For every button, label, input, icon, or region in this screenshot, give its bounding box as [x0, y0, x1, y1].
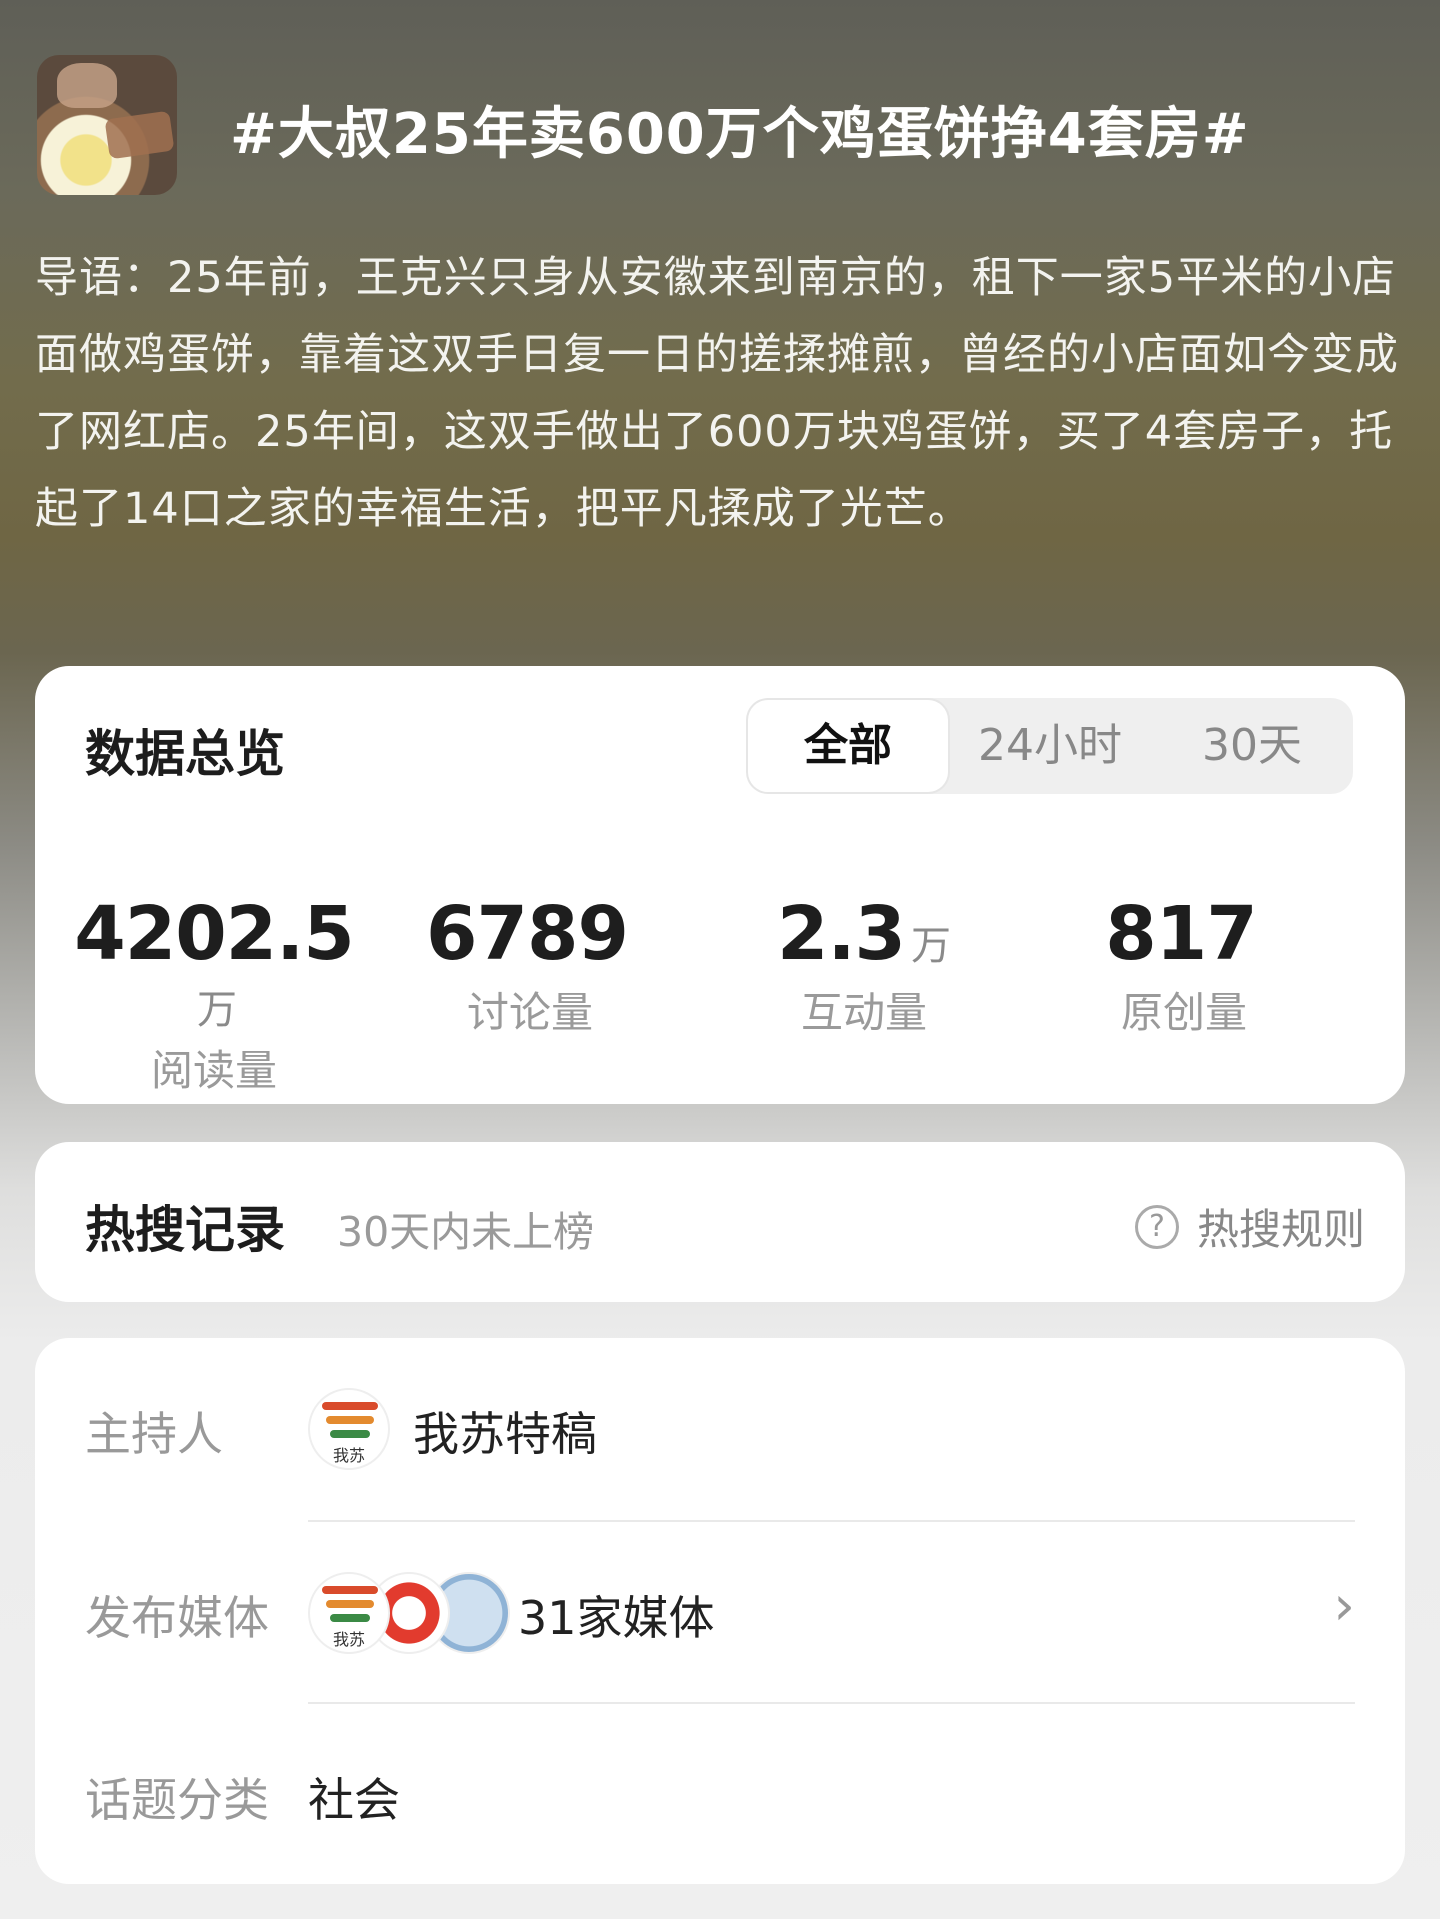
- hot-search-rules-label: 热搜规则: [1196, 1205, 1365, 1254]
- question-circle-icon: ?: [1134, 1204, 1179, 1249]
- host-avatar-text: 我苏: [332, 1446, 365, 1465]
- tab-30d[interactable]: 30天: [1152, 698, 1352, 794]
- hot-search-title: 热搜记录: [85, 1201, 285, 1259]
- stat-interactions-value: 2.3: [776, 891, 906, 977]
- stat-reads-value: 4202.5: [74, 891, 355, 977]
- category-label: 话题分类: [85, 1773, 269, 1827]
- media-label: 发布媒体: [85, 1591, 269, 1645]
- stat-discussions-value: 6789: [426, 891, 629, 977]
- stat-originals-label: 原创量: [1120, 988, 1247, 1037]
- media-count: 31家媒体: [518, 1591, 715, 1645]
- host-label: 主持人: [85, 1407, 223, 1461]
- hot-search-status: 30天内未上榜: [337, 1208, 595, 1256]
- stat-discussions: 6789 讨论量: [371, 891, 689, 1040]
- stat-reads: 4202.5 万 阅读量: [55, 891, 373, 1098]
- host-avatar: 我苏: [308, 1388, 390, 1470]
- stat-interactions-label: 互动量: [800, 988, 927, 1037]
- media-avatar-wosu: 我苏: [308, 1572, 390, 1654]
- topic-header: #大叔25年卖600万个鸡蛋饼挣4套房#: [37, 55, 1403, 195]
- overview-title: 数据总览: [85, 725, 285, 783]
- topic-thumbnail: [37, 55, 177, 195]
- category-value: 社会: [308, 1773, 400, 1827]
- hot-search-rules-link[interactable]: ? 热搜规则: [1134, 1196, 1365, 1257]
- media-avatar-text: 我苏: [332, 1630, 365, 1649]
- stat-discussions-label: 讨论量: [466, 988, 593, 1037]
- stat-reads-unit: 万: [197, 987, 237, 1033]
- hot-search-card: 热搜记录 30天内未上榜 ? 热搜规则: [35, 1142, 1405, 1302]
- category-row: 话题分类 社会: [35, 1704, 1405, 1886]
- host-name: 我苏特稿: [413, 1407, 597, 1461]
- topic-title: #大叔25年卖600万个鸡蛋饼挣4套房#: [230, 102, 1250, 167]
- stat-reads-label: 阅读量: [150, 1046, 277, 1095]
- tab-24h[interactable]: 24小时: [950, 698, 1150, 794]
- tab-all[interactable]: 全部: [748, 700, 948, 792]
- stat-originals-value: 817: [1105, 891, 1257, 977]
- stat-interactions: 2.3 万 互动量: [705, 891, 1023, 1040]
- stat-originals: 817 原创量: [1025, 891, 1343, 1040]
- stat-interactions-unit: 万: [911, 923, 952, 969]
- media-row[interactable]: 发布媒体 我苏 31家媒体 ›: [35, 1522, 1405, 1704]
- data-overview-card: 数据总览 全部 24小时 30天 4202.5 万 阅读量 6789 讨论量 2.…: [35, 666, 1405, 1104]
- host-row[interactable]: 主持人 我苏 我苏特稿: [35, 1338, 1405, 1520]
- time-range-segmented-control: 全部 24小时 30天: [748, 698, 1353, 794]
- topic-intro: 导语：25年前，王克兴只身从安徽来到南京的，租下一家5平米的小店面做鸡蛋饼，靠着…: [35, 253, 1399, 534]
- chevron-right-icon: ›: [1333, 1574, 1355, 1637]
- topic-info-card: 主持人 我苏 我苏特稿 发布媒体 我苏 31家媒体 › 话题分类 社会: [35, 1338, 1405, 1884]
